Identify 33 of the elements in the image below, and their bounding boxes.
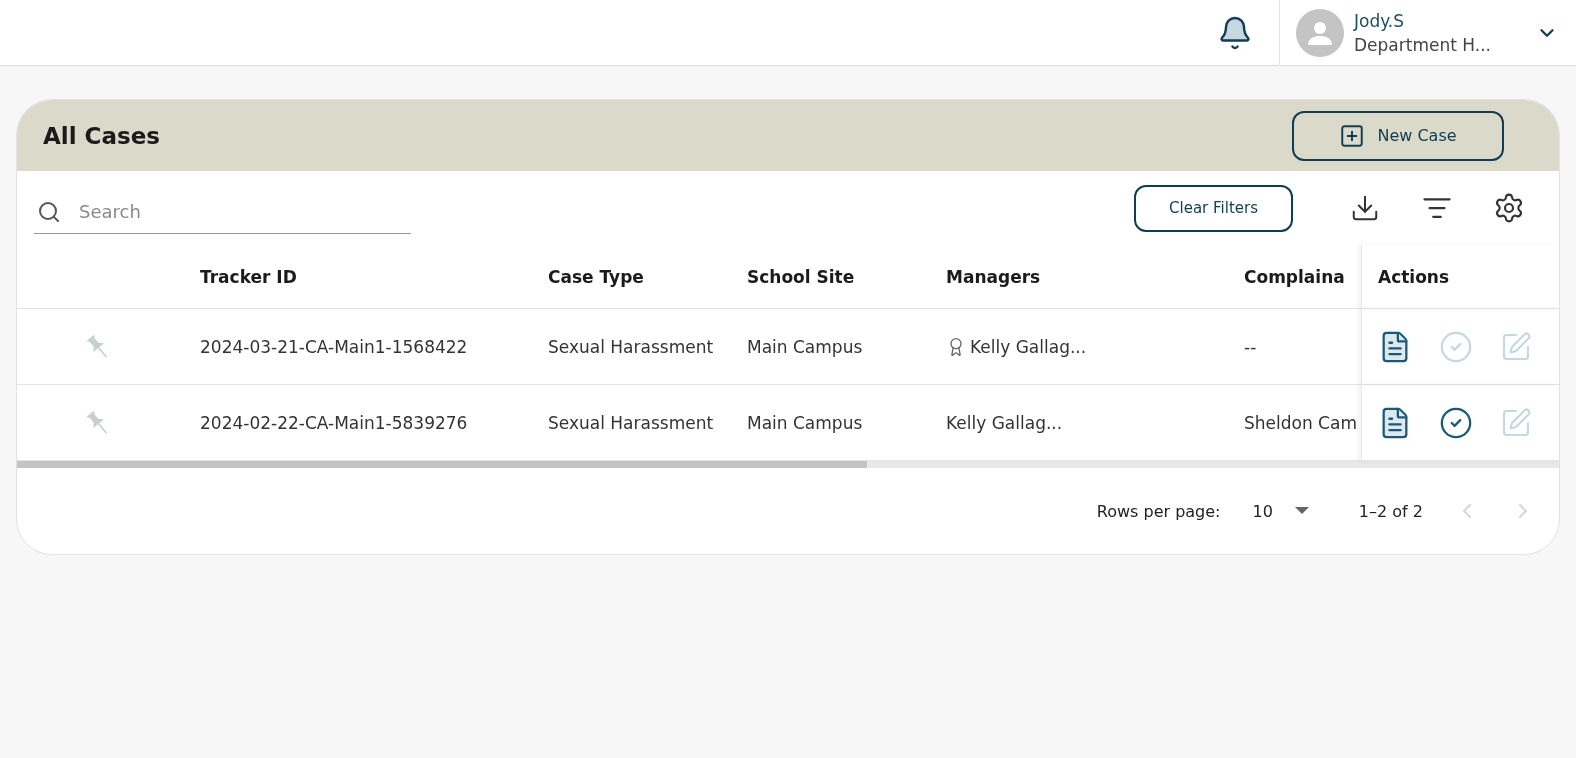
check-circle-icon[interactable] bbox=[1439, 329, 1473, 364]
column-header[interactable]: Actions bbox=[1378, 266, 1450, 287]
new-case-button[interactable]: New Case bbox=[1292, 110, 1504, 161]
table-cell: Main Campus bbox=[747, 336, 863, 357]
rows-per-page-label: Rows per page: bbox=[1096, 501, 1221, 521]
user-role: Department H... bbox=[1354, 34, 1492, 55]
search-icon bbox=[37, 200, 61, 224]
column-header[interactable]: School Site bbox=[747, 266, 855, 287]
horizontal-scrollbar[interactable] bbox=[17, 461, 1559, 468]
check-circle-icon[interactable] bbox=[1439, 405, 1473, 440]
table-cell: Sexual Harassment bbox=[548, 336, 714, 357]
rows-per-page-select[interactable]: 10 bbox=[1252, 501, 1309, 521]
search-field[interactable]: Search bbox=[34, 190, 411, 234]
plus-icon bbox=[1339, 122, 1366, 149]
table-cell: Kelly Gallag... bbox=[946, 412, 1063, 433]
table-cell: -- bbox=[1244, 336, 1257, 357]
table-cell: Sexual Harassment bbox=[548, 412, 714, 433]
page-range: 1–2 of 2 bbox=[1358, 501, 1423, 521]
table-cell: Sheldon Cam bbox=[1244, 412, 1357, 433]
column-header[interactable]: Tracker ID bbox=[200, 266, 297, 287]
clear-filters-button[interactable]: Clear Filters bbox=[1134, 184, 1293, 232]
table-cell: Main Campus bbox=[747, 412, 863, 433]
column-header[interactable]: Managers bbox=[946, 266, 1041, 287]
tracker-id[interactable]: 2024-03-21-CA-Main1-1568422 bbox=[200, 336, 468, 357]
notifications-icon[interactable] bbox=[1217, 14, 1253, 51]
person-icon bbox=[1307, 19, 1333, 46]
user-name: Jody.S bbox=[1354, 10, 1406, 31]
column-header[interactable]: Case Type bbox=[548, 266, 644, 287]
card-title: All Cases bbox=[43, 122, 160, 149]
table-cell: Kelly Gallag... bbox=[970, 336, 1087, 357]
caret-down-icon bbox=[1294, 507, 1309, 515]
tracker-id[interactable]: 2024-02-22-CA-Main1-5839276 bbox=[200, 412, 468, 433]
column-header[interactable]: Complaina bbox=[1244, 266, 1345, 287]
